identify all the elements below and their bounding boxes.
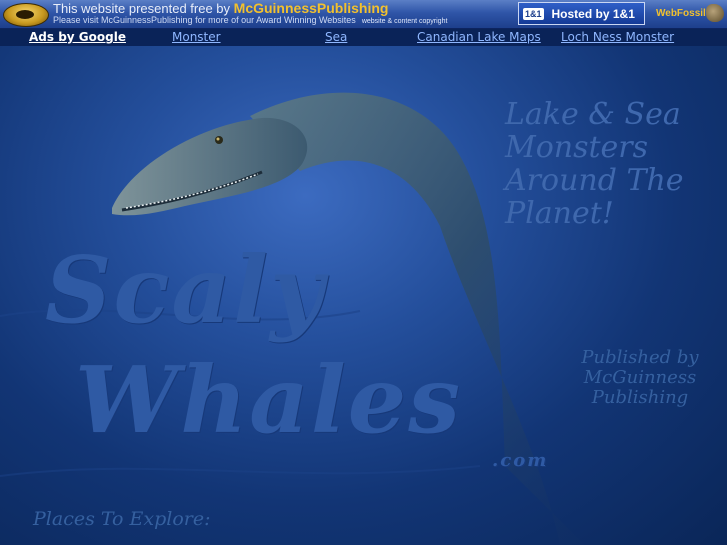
banner-subline: Please visit McGuinnessPublishing for mo…: [53, 15, 447, 25]
hero-artwork: Lake & Sea Monsters Around The Planet! S…: [0, 46, 727, 545]
link-loch-ness-monster[interactable]: Loch Ness Monster: [561, 29, 674, 45]
banner-subline-text: Please visit McGuinnessPublishing for mo…: [53, 15, 356, 25]
banner-copyright: website & content copyright: [361, 18, 448, 25]
webfossil-label: WebFossil: [656, 8, 706, 19]
banner-headline: This website presented free by McGuinnes…: [53, 0, 388, 16]
promo-banner[interactable]: This website presented free by McGuinnes…: [0, 0, 727, 29]
banner-headline-prefix: This website presented free by: [53, 1, 234, 16]
webfossil-button[interactable]: WebFossil: [648, 2, 726, 25]
brand-title-line1: Scaly: [45, 236, 326, 344]
places-heading: Places To Explore:: [33, 508, 211, 530]
link-sea[interactable]: Sea: [325, 29, 347, 45]
hosted-label: Hosted by 1&1: [551, 6, 635, 21]
publisher-credit: Published by McGuinness Publishing: [581, 347, 699, 408]
banner-brand[interactable]: McGuinnessPublishing: [234, 0, 389, 16]
link-bar: Ads by Google Monster Sea Canadian Lake …: [0, 29, 727, 46]
brand-title-line2: Whales: [75, 346, 463, 454]
brand-domain-suffix: .com: [492, 450, 549, 471]
tagline: Lake & Sea Monsters Around The Planet!: [505, 97, 684, 231]
hosted-by-button[interactable]: 1&1 Hosted by 1&1: [518, 2, 645, 25]
link-canadian-lake-maps[interactable]: Canadian Lake Maps: [417, 29, 541, 45]
hosted-badge-icon: 1&1: [523, 7, 544, 20]
mcguinness-logo-icon[interactable]: [3, 3, 49, 27]
link-monster[interactable]: Monster: [172, 29, 221, 45]
ads-by-google-link[interactable]: Ads by Google: [29, 29, 126, 45]
